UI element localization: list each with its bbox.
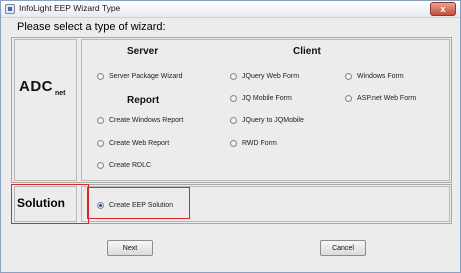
radio-server-package-wizard[interactable] [97, 72, 104, 80]
option-windows-form[interactable]: Windows Form [345, 70, 404, 82]
adc-logo: ADC [19, 78, 53, 95]
wizard-prompt: Please select a type of wizard: [17, 21, 166, 33]
radio-windows-form[interactable] [345, 72, 352, 80]
cancel-button[interactable]: Cancel [320, 240, 366, 256]
client-heading: Client [293, 46, 321, 57]
option-create-windows-report[interactable]: Create Windows Report [97, 114, 183, 126]
report-heading: Report [127, 95, 160, 106]
option-label: RWD Form [242, 139, 277, 147]
close-button[interactable]: x [430, 2, 456, 16]
option-label: JQuery Web Form [242, 72, 300, 80]
option-create-rdlc[interactable]: Create RDLC [97, 159, 151, 171]
option-jq-mobile-form[interactable]: JQ Mobile Form [230, 92, 292, 104]
option-jquery-web-form[interactable]: JQuery Web Form [230, 70, 299, 82]
radio-asp-net-web-form[interactable] [345, 94, 352, 102]
window-title: InfoLight EEP Wizard Type [19, 3, 121, 13]
next-button[interactable]: Next [107, 240, 153, 256]
app-icon [5, 4, 15, 14]
option-server-package-wizard[interactable]: Server Package Wizard [97, 70, 183, 82]
option-jquery-to-jqmobile[interactable]: JQuery to JQMobile [230, 114, 304, 126]
option-label: JQ Mobile Form [242, 94, 292, 102]
radio-create-rdlc[interactable] [97, 161, 104, 169]
solution-label-highlight [11, 184, 89, 224]
option-label: Windows Form [357, 72, 404, 80]
solution-option-highlight [87, 187, 190, 219]
server-heading: Server [127, 46, 159, 57]
option-label: Create Windows Report [109, 116, 184, 124]
adc-logo-panel [14, 39, 77, 181]
radio-jq-mobile-form[interactable] [230, 94, 237, 102]
option-label: Server Package Wizard [109, 72, 183, 80]
wizard-type-window: InfoLight EEP Wizard Type x Please selec… [0, 0, 461, 273]
title-bar: InfoLight EEP Wizard Type x [1, 1, 460, 18]
option-label: JQuery to JQMobile [242, 116, 304, 124]
radio-jquery-web-form[interactable] [230, 72, 237, 80]
option-label: Create Web Report [109, 139, 170, 147]
option-label: ASP.net Web Form [357, 94, 417, 102]
radio-create-windows-report[interactable] [97, 116, 104, 124]
adc-logo-subscript: net [55, 90, 66, 97]
radio-create-web-report[interactable] [97, 139, 104, 147]
radio-jquery-to-jqmobile[interactable] [230, 116, 237, 124]
option-asp-net-web-form[interactable]: ASP.net Web Form [345, 92, 416, 104]
option-create-web-report[interactable]: Create Web Report [97, 137, 169, 149]
radio-rwd-form[interactable] [230, 139, 237, 147]
option-rwd-form[interactable]: RWD Form [230, 137, 277, 149]
option-label: Create RDLC [109, 161, 152, 169]
